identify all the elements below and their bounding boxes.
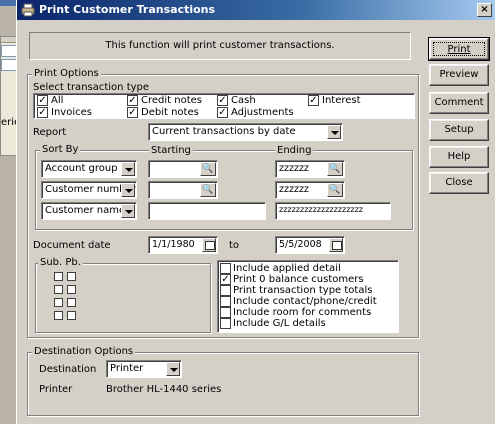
print-button-label: Print — [433, 42, 485, 56]
checkbox-cash[interactable]: ✓ — [217, 95, 228, 106]
search-icon[interactable]: 🔍 — [200, 183, 216, 197]
starting-input[interactable]: 🔍 — [148, 160, 218, 178]
ending-label: Ending — [275, 145, 314, 156]
room-for-comments-label: Include room for comments — [233, 307, 372, 318]
help-button[interactable]: Help — [429, 146, 489, 168]
ending-value: zzzzzz — [279, 184, 309, 195]
printer-icon — [21, 3, 35, 17]
gl-details-label: Include G/L details — [233, 318, 326, 329]
checkbox-debit-notes-label: Debit notes — [141, 107, 199, 118]
checkbox-type-totals[interactable] — [220, 285, 231, 296]
sub-checkbox[interactable] — [54, 272, 63, 281]
dialog-title: Print Customer Transactions — [39, 3, 216, 16]
search-icon[interactable]: 🔍 — [200, 162, 216, 176]
pb-checkbox[interactable] — [67, 311, 76, 320]
chevron-down-icon[interactable] — [327, 125, 341, 139]
checkbox-invoices-label: Invoices — [51, 107, 92, 118]
sub-checkbox[interactable] — [54, 311, 63, 320]
checkbox-room-for-comments[interactable] — [220, 307, 231, 318]
checkbox-all-label: All — [51, 95, 64, 106]
close-icon[interactable]: × — [477, 3, 492, 17]
type-totals-label: Print transaction type totals — [233, 285, 373, 296]
search-icon[interactable]: 🔍 — [327, 183, 343, 197]
calendar-icon[interactable] — [202, 238, 216, 252]
checkbox-interest[interactable]: ✓ — [308, 95, 319, 106]
sub-label: Sub. — [40, 257, 63, 268]
checkbox-invoices[interactable]: ✓ — [37, 107, 48, 118]
chevron-down-icon[interactable] — [121, 204, 135, 218]
report-value: Current transactions by date — [152, 126, 296, 137]
info-banner: This function will print customer transa… — [29, 32, 411, 60]
destination-options-group: Destination Options — [27, 346, 419, 416]
ending-input[interactable]: zzzzzzzzzzzzzzzzzzzz — [275, 202, 391, 220]
checkbox-interest-label: Interest — [322, 95, 361, 106]
print-customer-transactions-dialog: Print Customer Transactions × This funct… — [16, 0, 495, 424]
preview-button[interactable]: Preview — [429, 64, 489, 86]
sub-checkbox[interactable] — [54, 285, 63, 294]
sub-checkbox[interactable] — [54, 298, 63, 307]
ending-input[interactable]: zzzzzz 🔍 — [275, 181, 345, 199]
chevron-down-icon[interactable] — [121, 162, 135, 176]
contact-phone-credit-label: Include contact/phone/credit — [233, 296, 377, 307]
printer-label: Printer — [39, 384, 73, 395]
starting-input[interactable]: 🔍 — [148, 181, 218, 199]
checkbox-all[interactable]: ✓ — [37, 95, 48, 106]
starting-input[interactable] — [148, 202, 266, 220]
print-zero-balance-label: Print 0 balance customers — [233, 274, 364, 285]
checkbox-include-applied-detail[interactable] — [220, 263, 231, 274]
sort-field-select[interactable]: Customer name — [41, 202, 137, 220]
destination-options-label: Destination Options — [32, 346, 136, 357]
date-to-value: 5/5/2008 — [279, 239, 322, 250]
calendar-icon[interactable] — [329, 238, 343, 252]
starting-label: Starting — [149, 145, 193, 156]
sort-field-select[interactable]: Account group — [41, 160, 137, 178]
report-select[interactable]: Current transactions by date — [148, 123, 343, 141]
sort-field-value: Customer name — [45, 205, 126, 216]
sort-field-value: Account group — [45, 163, 118, 174]
comment-button[interactable]: Comment — [429, 92, 489, 114]
date-from-input[interactable]: 1/1/1980 — [148, 236, 218, 254]
checkbox-print-zero-balance[interactable]: ✓ — [220, 274, 231, 285]
pb-checkbox[interactable] — [67, 272, 76, 281]
checkbox-credit-notes[interactable]: ✓ — [127, 95, 138, 106]
select-type-label: Select transaction type — [33, 82, 150, 93]
report-label: Report — [33, 127, 67, 138]
destination-value: Printer — [110, 363, 144, 374]
pb-checkbox[interactable] — [67, 298, 76, 307]
ending-input[interactable]: zzzzzz 🔍 — [275, 160, 345, 178]
checkbox-adjustments-label: Adjustments — [231, 107, 294, 118]
include-applied-detail-label: Include applied detail — [233, 263, 341, 274]
pb-label: Pb. — [65, 257, 81, 268]
ending-value: zzzzzzzzzzzzzzzzzzzz — [279, 205, 363, 214]
checkbox-adjustments[interactable]: ✓ — [217, 107, 228, 118]
destination-label: Destination — [39, 364, 97, 375]
checkbox-cash-label: Cash — [231, 95, 256, 106]
close-button[interactable]: Close — [429, 172, 489, 194]
date-to-input[interactable]: 5/5/2008 — [275, 236, 345, 254]
printer-value: Brother HL-1440 series — [106, 384, 222, 395]
checkbox-debit-notes[interactable]: ✓ — [127, 107, 138, 118]
destination-select[interactable]: Printer — [106, 360, 182, 378]
pb-checkbox[interactable] — [67, 285, 76, 294]
to-label: to — [229, 240, 240, 251]
checkbox-gl-details[interactable] — [220, 318, 231, 329]
setup-button[interactable]: Setup — [429, 119, 489, 141]
print-button[interactable]: Print — [428, 37, 490, 61]
ending-value: zzzzzz — [279, 163, 309, 174]
sub-pb-legend: Sub. Pb. — [38, 257, 83, 268]
checkbox-credit-notes-label: Credit notes — [141, 95, 202, 106]
sort-by-label: Sort By — [40, 144, 81, 155]
document-date-label: Document date — [33, 240, 111, 251]
search-icon[interactable]: 🔍 — [327, 162, 343, 176]
banner-text: This function will print customer transa… — [105, 40, 335, 51]
print-options-label: Print Options — [32, 68, 101, 79]
date-from-value: 1/1/1980 — [152, 239, 195, 250]
chevron-down-icon[interactable] — [121, 183, 135, 197]
sort-field-select[interactable]: Customer number — [41, 181, 137, 199]
title-bar[interactable]: Print Customer Transactions × — [17, 0, 495, 20]
checkbox-contact-phone-credit[interactable] — [220, 296, 231, 307]
chevron-down-icon[interactable] — [166, 362, 180, 376]
